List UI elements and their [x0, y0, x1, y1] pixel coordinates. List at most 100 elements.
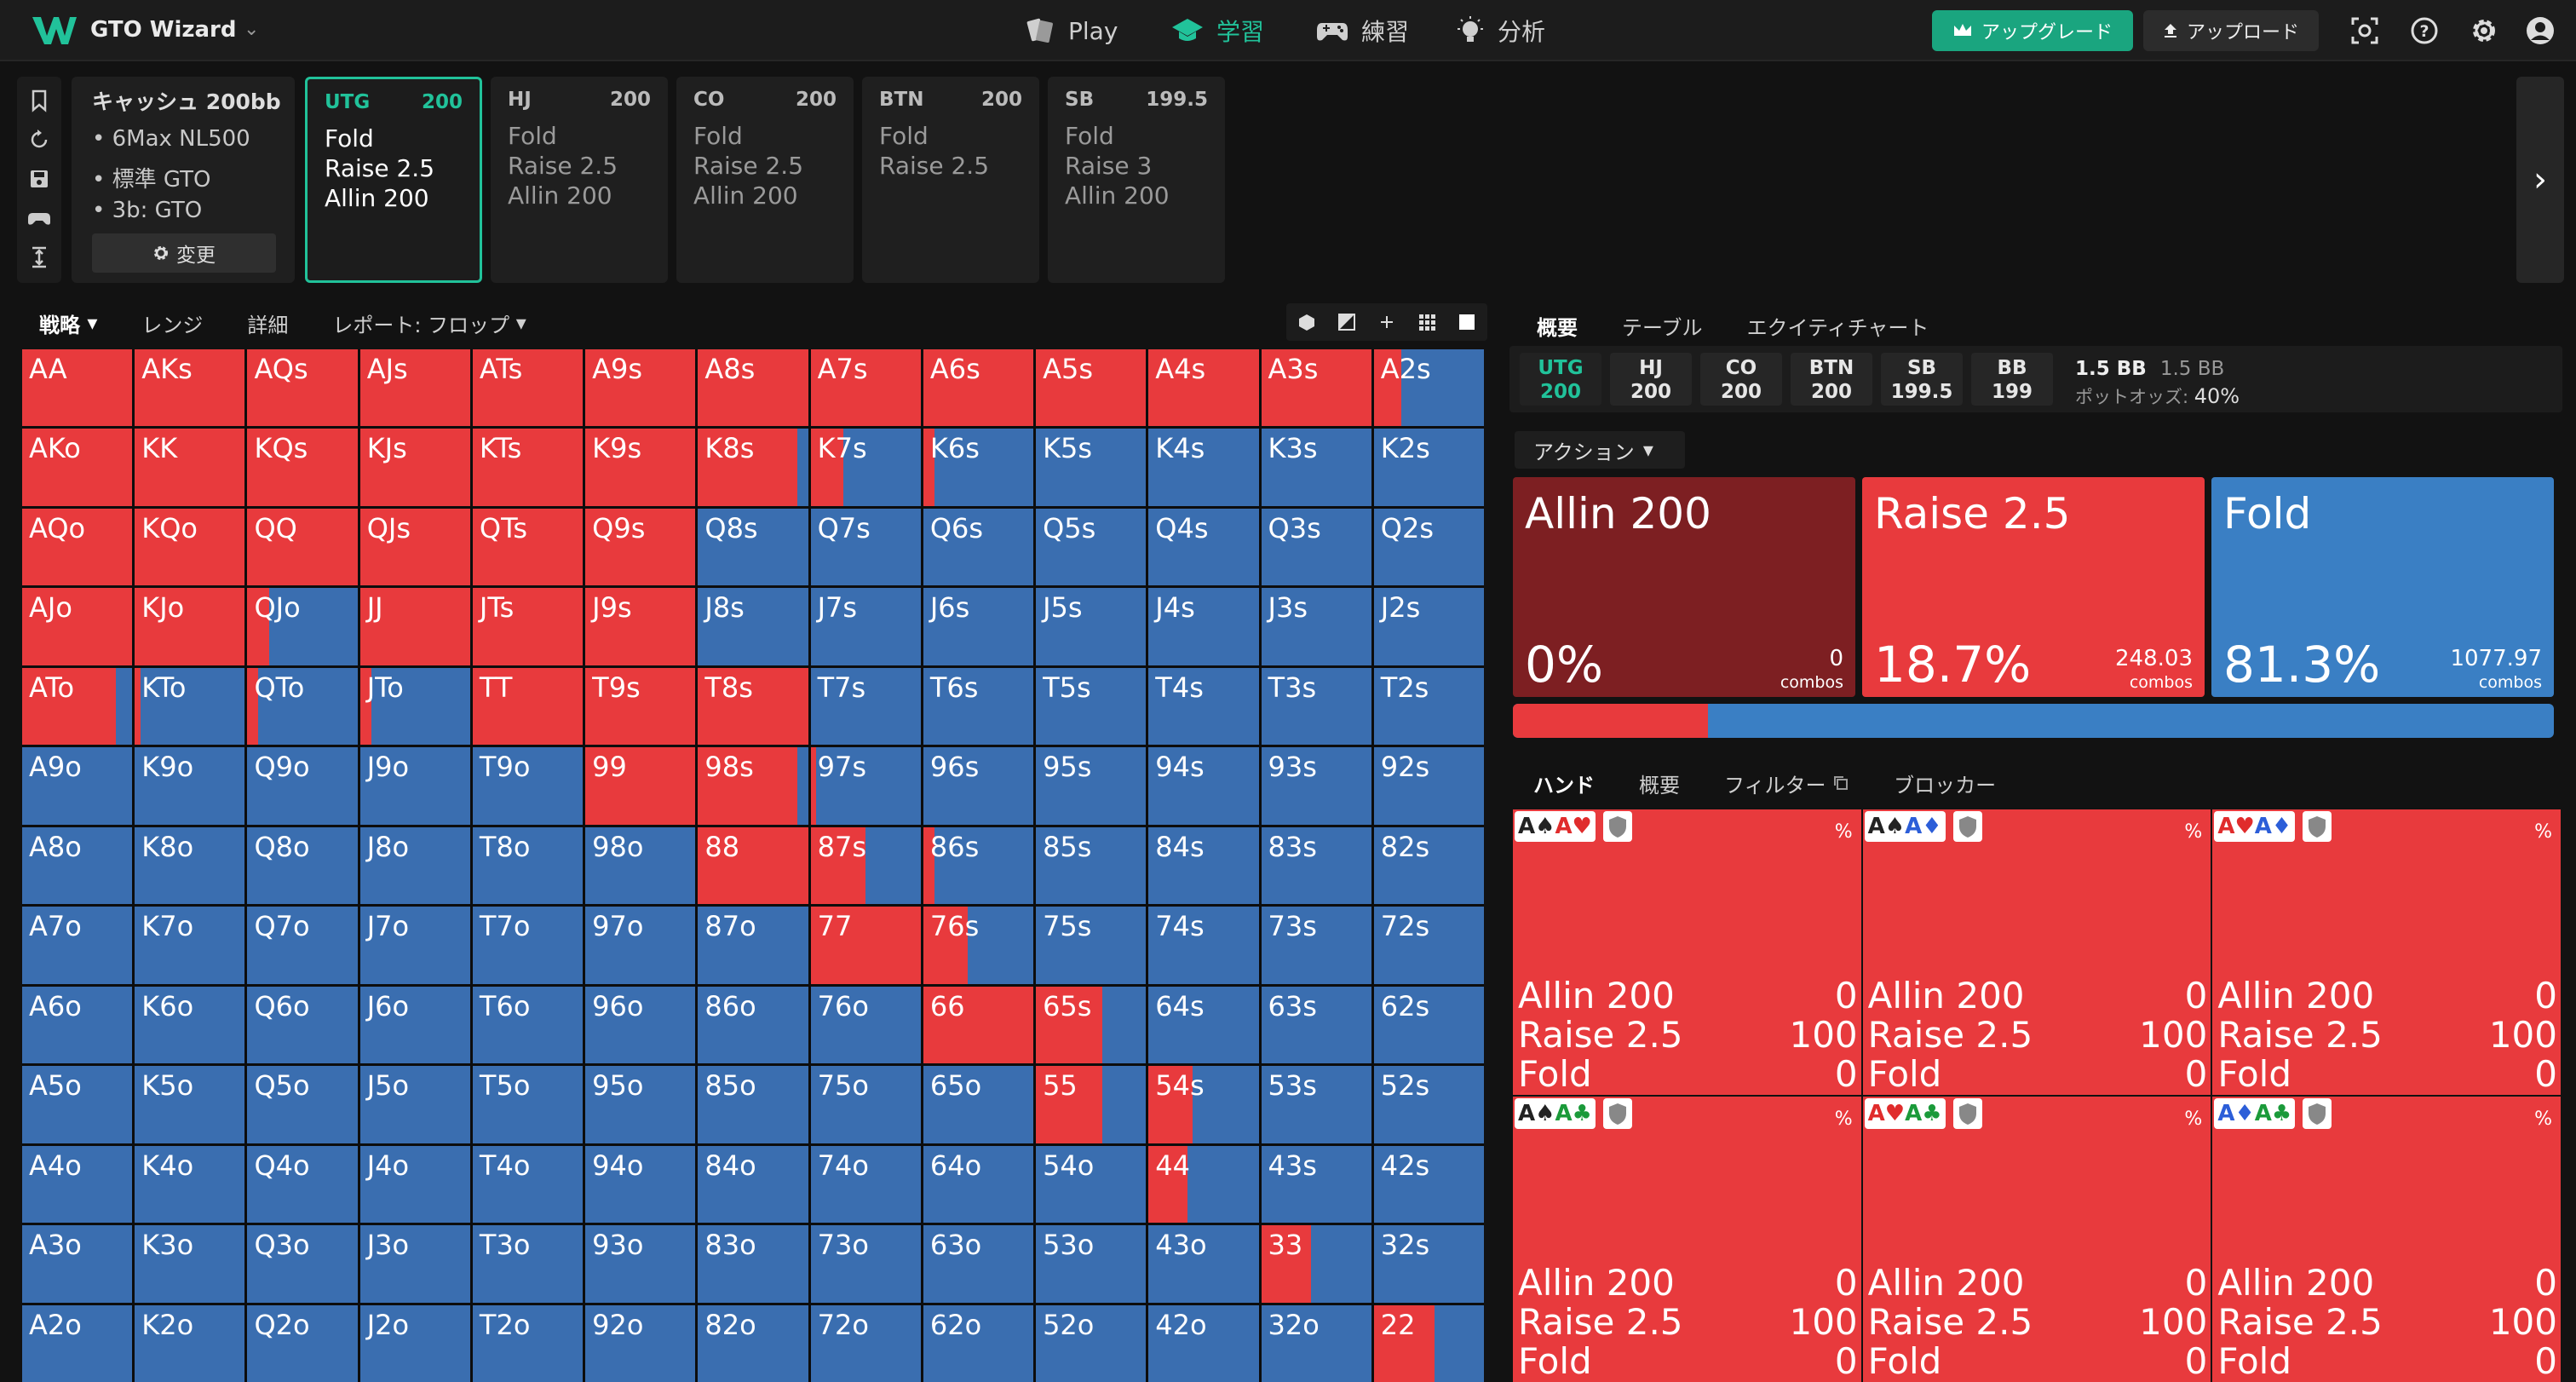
hand-cell[interactable]: A9s: [585, 349, 696, 427]
hand-cell[interactable]: KQs: [247, 429, 358, 506]
hand-cell[interactable]: T8s: [698, 667, 808, 746]
hand-cell[interactable]: 53o: [1036, 1225, 1147, 1303]
hand-cell[interactable]: Q6s: [923, 508, 1034, 586]
settings-gear-icon[interactable]: [2467, 14, 2501, 48]
hand-cell[interactable]: AQs: [247, 349, 358, 427]
hand-cell[interactable]: J7s: [810, 588, 921, 665]
position-card-hj[interactable]: HJ 200 Fold Raise 2.5 Allin 200: [491, 77, 668, 283]
hand-cell[interactable]: 94s: [1148, 747, 1259, 825]
hand-cell[interactable]: AA: [22, 349, 133, 427]
diagonal-split-icon[interactable]: [1337, 313, 1356, 331]
position-card-co[interactable]: CO 200 Fold Raise 2.5 Allin 200: [676, 77, 854, 283]
hand-cell[interactable]: J2o: [359, 1304, 470, 1382]
hand-cell[interactable]: K7o: [135, 907, 245, 984]
hand-cell[interactable]: 42o: [1148, 1304, 1259, 1382]
hand-cell[interactable]: KTo: [135, 667, 245, 746]
hand-cell[interactable]: 74o: [810, 1145, 921, 1224]
hand-cell[interactable]: J6o: [359, 986, 470, 1064]
hand-cell[interactable]: J2s: [1373, 588, 1484, 665]
hand-cell[interactable]: 94o: [585, 1145, 696, 1224]
position-card-btn[interactable]: BTN 200 Fold Raise 2.5: [862, 77, 1039, 283]
hand-cell[interactable]: Q5o: [247, 1066, 358, 1143]
change-settings-button[interactable]: 変更: [92, 233, 276, 273]
hand-cell[interactable]: T6s: [923, 667, 1034, 746]
action-option[interactable]: Fold: [693, 121, 837, 151]
hand-cell[interactable]: K9o: [135, 747, 245, 825]
action-option[interactable]: Fold: [879, 121, 1022, 151]
action-option[interactable]: Fold: [508, 121, 651, 151]
hand-cell[interactable]: 95o: [585, 1066, 696, 1143]
hand-cell[interactable]: 83o: [698, 1225, 808, 1303]
hand-cell[interactable]: A6o: [22, 986, 133, 1064]
hand-cell[interactable]: 42s: [1373, 1145, 1484, 1224]
hand-cell[interactable]: J3s: [1261, 588, 1371, 665]
shield-icon[interactable]: [2303, 811, 2332, 842]
hand-cell[interactable]: QJo: [247, 588, 358, 665]
square-icon[interactable]: [1458, 313, 1476, 331]
shield-icon[interactable]: [1952, 811, 1982, 842]
hand-cell[interactable]: 76o: [810, 986, 921, 1064]
hand-cell[interactable]: 73o: [810, 1225, 921, 1303]
hand-cell[interactable]: 85o: [698, 1066, 808, 1143]
reset-icon[interactable]: [27, 128, 51, 152]
hand-cell[interactable]: T6o: [472, 986, 584, 1064]
hand-cell[interactable]: Q5s: [1036, 508, 1147, 586]
action-option[interactable]: Raise 3: [1065, 151, 1208, 181]
hand-cell[interactable]: 86s: [923, 826, 1034, 905]
tab-report[interactable]: レポート: フロップ ▾: [310, 300, 548, 346]
hand-cell[interactable]: 88: [698, 826, 808, 905]
save-icon[interactable]: [27, 167, 51, 191]
hand-cell[interactable]: 64s: [1148, 986, 1259, 1064]
tab-range[interactable]: レンジ: [119, 300, 225, 346]
account-icon[interactable]: [2523, 14, 2557, 48]
hand-cell[interactable]: J3o: [359, 1225, 470, 1303]
seat-co[interactable]: CO 200: [1700, 353, 1782, 406]
hand-cell[interactable]: 43o: [1148, 1225, 1259, 1303]
hand-cell[interactable]: T4s: [1148, 667, 1259, 746]
hand-cell[interactable]: K8o: [135, 826, 245, 905]
hand-cell[interactable]: 95s: [1036, 747, 1147, 825]
seat-sb[interactable]: SB 199.5: [1881, 353, 1963, 406]
hand-cell[interactable]: 93s: [1261, 747, 1371, 825]
hand-cell[interactable]: 83s: [1261, 826, 1371, 905]
hand-cell[interactable]: 22: [1373, 1304, 1484, 1382]
seat-hj[interactable]: HJ 200: [1610, 353, 1692, 406]
hand-cell[interactable]: AKs: [135, 349, 245, 427]
next-position-arrow[interactable]: ›: [2516, 77, 2564, 283]
hand-cell[interactable]: J7o: [359, 907, 470, 984]
upgrade-button[interactable]: アップグレード: [1932, 10, 2133, 51]
hand-cell[interactable]: T2s: [1373, 667, 1484, 746]
expand-vertical-icon[interactable]: [27, 245, 51, 269]
hand-cell[interactable]: QJs: [359, 508, 470, 586]
hand-cell[interactable]: Q9s: [585, 508, 696, 586]
hand-cell[interactable]: Q7o: [247, 907, 358, 984]
action-option[interactable]: Raise 2.5: [508, 151, 651, 181]
hand-cell[interactable]: T3o: [472, 1225, 584, 1303]
screenshot-icon[interactable]: [2348, 14, 2382, 48]
action-option[interactable]: Allin 200: [508, 181, 651, 210]
hand-cell[interactable]: K4o: [135, 1145, 245, 1224]
hand-cell[interactable]: 93o: [585, 1225, 696, 1303]
chevron-down-icon[interactable]: ⌄: [244, 19, 259, 40]
hand-cell[interactable]: 77: [810, 907, 921, 984]
hand-cell[interactable]: AJo: [22, 588, 133, 665]
tab-detail[interactable]: 詳細: [225, 300, 310, 346]
hand-cell[interactable]: J8s: [698, 588, 808, 665]
action-option[interactable]: Raise 2.5: [325, 153, 463, 183]
hand-cell[interactable]: 75s: [1036, 907, 1147, 984]
hand-cell[interactable]: 53s: [1261, 1066, 1371, 1143]
hand-cell[interactable]: K5s: [1036, 429, 1147, 506]
hand-cell[interactable]: A4o: [22, 1145, 133, 1224]
hand-cell[interactable]: J5s: [1036, 588, 1147, 665]
hand-cell[interactable]: K6o: [135, 986, 245, 1064]
app-name[interactable]: GTO Wizard: [90, 17, 236, 43]
hand-cell[interactable]: 98s: [698, 747, 808, 825]
nav-play[interactable]: Play: [1026, 10, 1118, 51]
hand-cell[interactable]: K7s: [810, 429, 921, 506]
hand-cell[interactable]: K4s: [1148, 429, 1259, 506]
hand-cell[interactable]: A5o: [22, 1066, 133, 1143]
hand-cell[interactable]: 52s: [1373, 1066, 1484, 1143]
hand-cell[interactable]: Q8o: [247, 826, 358, 905]
action-box-allin[interactable]: Allin 200 0% 0 combos: [1513, 477, 1855, 697]
action-option[interactable]: Allin 200: [325, 183, 463, 213]
